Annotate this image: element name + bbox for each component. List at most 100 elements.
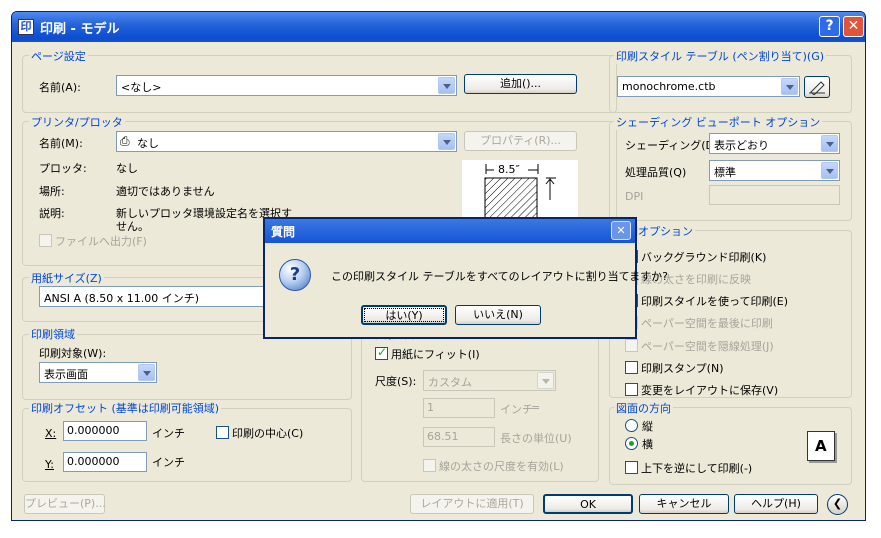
plot-style-table-combo[interactable]: monochrome.ctb	[617, 76, 800, 97]
help-question-button[interactable]: ?	[819, 16, 840, 37]
quality-combo[interactable]: 標準	[709, 160, 840, 181]
pen-edit-icon	[809, 81, 825, 96]
plot-window: 印 印刷 - モデル ? ✕ ページ設定 名前(A): <なし> 追加()...…	[11, 11, 866, 521]
printer-name-label: 名前(M):	[39, 137, 83, 150]
plot-option-label: ペーパー空間を最後に印刷	[641, 317, 773, 330]
printer-name-combo[interactable]: ⎙ なし	[116, 131, 457, 152]
dialog-title: 質問	[271, 225, 296, 239]
printer-properties-button[interactable]: プロパティ(R)...	[464, 131, 577, 151]
dialog-title-bar: 質問 ✕	[265, 219, 635, 243]
chevron-down-icon[interactable]	[781, 78, 798, 95]
question-icon: ?	[279, 259, 311, 291]
autocad-app-icon: 印	[18, 19, 34, 35]
offset-y-input[interactable]: 0.000000	[63, 452, 147, 472]
upside-down-checkbox[interactable]	[625, 461, 638, 474]
shade-plot-label: シェーディング(D)	[625, 139, 719, 152]
orientation-letter-icon: A	[815, 437, 827, 455]
orientation-portrait-label: 縦	[642, 420, 653, 433]
paper-size-combo[interactable]: ANSI A (8.50 x 11.00 インチ)	[39, 286, 269, 307]
plot-offset-legend: 印刷オフセット (基準は印刷可能領域)	[29, 400, 222, 416]
print-to-file-checkbox[interactable]	[39, 234, 52, 247]
scale-lineweights-label: 線の太さの尺度を有効(L)	[439, 460, 564, 473]
apply-to-layout-button[interactable]: レイアウトに適用(T)	[410, 494, 534, 514]
question-dialog: 質問 ✕ ? この印刷スタイル テーブルをすべてのレイアウトに割り当てますか? …	[263, 217, 668, 339]
scale-inches-input[interactable]: 1	[423, 398, 495, 418]
orientation-portrait-radio[interactable]	[625, 419, 638, 432]
page-setup-name-value: <なし>	[121, 81, 162, 94]
ok-button[interactable]: OK	[543, 494, 633, 514]
chevron-down-icon[interactable]	[821, 162, 838, 179]
shade-plot-combo[interactable]: 表示どおり	[709, 133, 840, 154]
window-close-button[interactable]: ✕	[843, 16, 864, 37]
scale-units-label: 長さの単位(U)	[500, 432, 572, 445]
plot-option-label: 変更をレイアウトに保存(V)	[641, 384, 779, 397]
scale-combo[interactable]: カスタム	[423, 370, 556, 391]
chevron-down-icon[interactable]	[138, 364, 155, 381]
add-page-setup-button[interactable]: 追加()...	[464, 74, 577, 94]
fit-to-paper-checkbox[interactable]	[375, 345, 388, 360]
description-label: 説明:	[39, 207, 65, 220]
offset-x-input[interactable]: 0.000000	[63, 421, 147, 441]
window-title: 印刷 - モデル	[40, 22, 120, 37]
upside-down-label: 上下を逆にして印刷(-)	[641, 462, 753, 475]
scale-inches-unit: インチ	[500, 403, 533, 416]
dialog-no-button[interactable]: いいえ(N)	[455, 305, 541, 325]
dpi-input[interactable]	[709, 185, 840, 205]
cancel-button[interactable]: キャンセル	[639, 494, 729, 514]
printer-name-value: なし	[137, 137, 159, 150]
dpi-label: DPI	[625, 190, 644, 203]
offset-x-label: X:	[45, 427, 57, 440]
preview-button[interactable]: プレビュー(P)...	[24, 494, 106, 514]
orientation-landscape-radio[interactable]	[625, 437, 638, 450]
help-button[interactable]: ヘルプ(H)	[734, 494, 818, 514]
plotter-label: プロッタ:	[39, 162, 87, 175]
collapse-options-chevron-icon[interactable]: ❮	[827, 494, 848, 515]
equals-sign-icon: =	[531, 401, 541, 414]
center-plot-checkbox[interactable]	[216, 426, 229, 439]
paper-size-value: ANSI A (8.50 x 11.00 インチ)	[44, 292, 200, 305]
plot-style-table-value: monochrome.ctb	[622, 80, 716, 93]
chevron-down-icon[interactable]	[438, 77, 455, 94]
paper-size-legend: 用紙サイズ(Z)	[29, 270, 104, 286]
printer-icon: ⎙	[120, 134, 130, 148]
chevron-down-icon[interactable]	[537, 372, 554, 389]
edit-plot-style-button[interactable]	[804, 76, 830, 98]
plot-option-label: バックグラウンド印刷(K)	[641, 251, 767, 264]
plot-style-table-legend: 印刷スタイル テーブル (ペン割り当て)(G)	[614, 48, 827, 64]
scale-label: 尺度(S):	[375, 375, 417, 388]
location-label: 場所:	[39, 185, 65, 198]
plot-option-checkbox[interactable]	[625, 361, 638, 374]
scale-units-input[interactable]: 68.51	[423, 427, 495, 447]
chevron-down-icon[interactable]	[821, 135, 838, 152]
fit-to-paper-label: 用紙にフィット(I)	[391, 348, 480, 361]
title-bar: 印 印刷 - モデル ? ✕	[12, 12, 865, 42]
plot-what-combo[interactable]: 表示画面	[39, 362, 157, 383]
offset-y-unit: インチ	[152, 456, 185, 469]
plot-option-checkbox[interactable]	[625, 339, 638, 352]
quality-label: 処理品質(Q)	[625, 166, 687, 179]
page-setup-legend: ページ設定	[29, 48, 88, 64]
plot-area-legend: 印刷領域	[29, 326, 77, 342]
shade-plot-value: 表示どおり	[714, 139, 769, 152]
description-value-line2: せん。	[116, 220, 149, 233]
location-value: 適切ではありません	[116, 185, 215, 198]
paper-width-dim: 8.5″	[497, 163, 521, 176]
dialog-yes-button[interactable]: はい(Y)	[361, 305, 447, 325]
plot-what-value: 表示画面	[44, 368, 88, 381]
page-setup-name-label: 名前(A):	[39, 81, 81, 94]
orientation-legend: 図面の方向	[614, 400, 673, 416]
plot-option-label: ペーパー空間を隠線処理(J)	[641, 340, 774, 353]
plot-option-label: 印刷スタイルを使って印刷(E)	[641, 295, 788, 308]
print-to-file-label: ファイルへ出力(F)	[55, 235, 147, 248]
shaded-viewport-legend: シェーディング ビューポート オプション	[614, 114, 823, 130]
scale-lineweights-checkbox[interactable]	[423, 459, 436, 472]
dialog-close-icon[interactable]: ✕	[611, 221, 631, 240]
orientation-landscape-label: 横	[642, 438, 653, 451]
scale-value: カスタム	[428, 376, 472, 389]
page-setup-name-combo[interactable]: <なし>	[116, 75, 457, 96]
plot-what-label: 印刷対象(W):	[39, 347, 107, 360]
plot-option-label: 印刷スタンプ(N)	[641, 362, 724, 375]
offset-y-label: Y:	[45, 458, 54, 471]
plot-option-checkbox[interactable]	[625, 383, 638, 396]
chevron-down-icon[interactable]	[438, 133, 455, 150]
